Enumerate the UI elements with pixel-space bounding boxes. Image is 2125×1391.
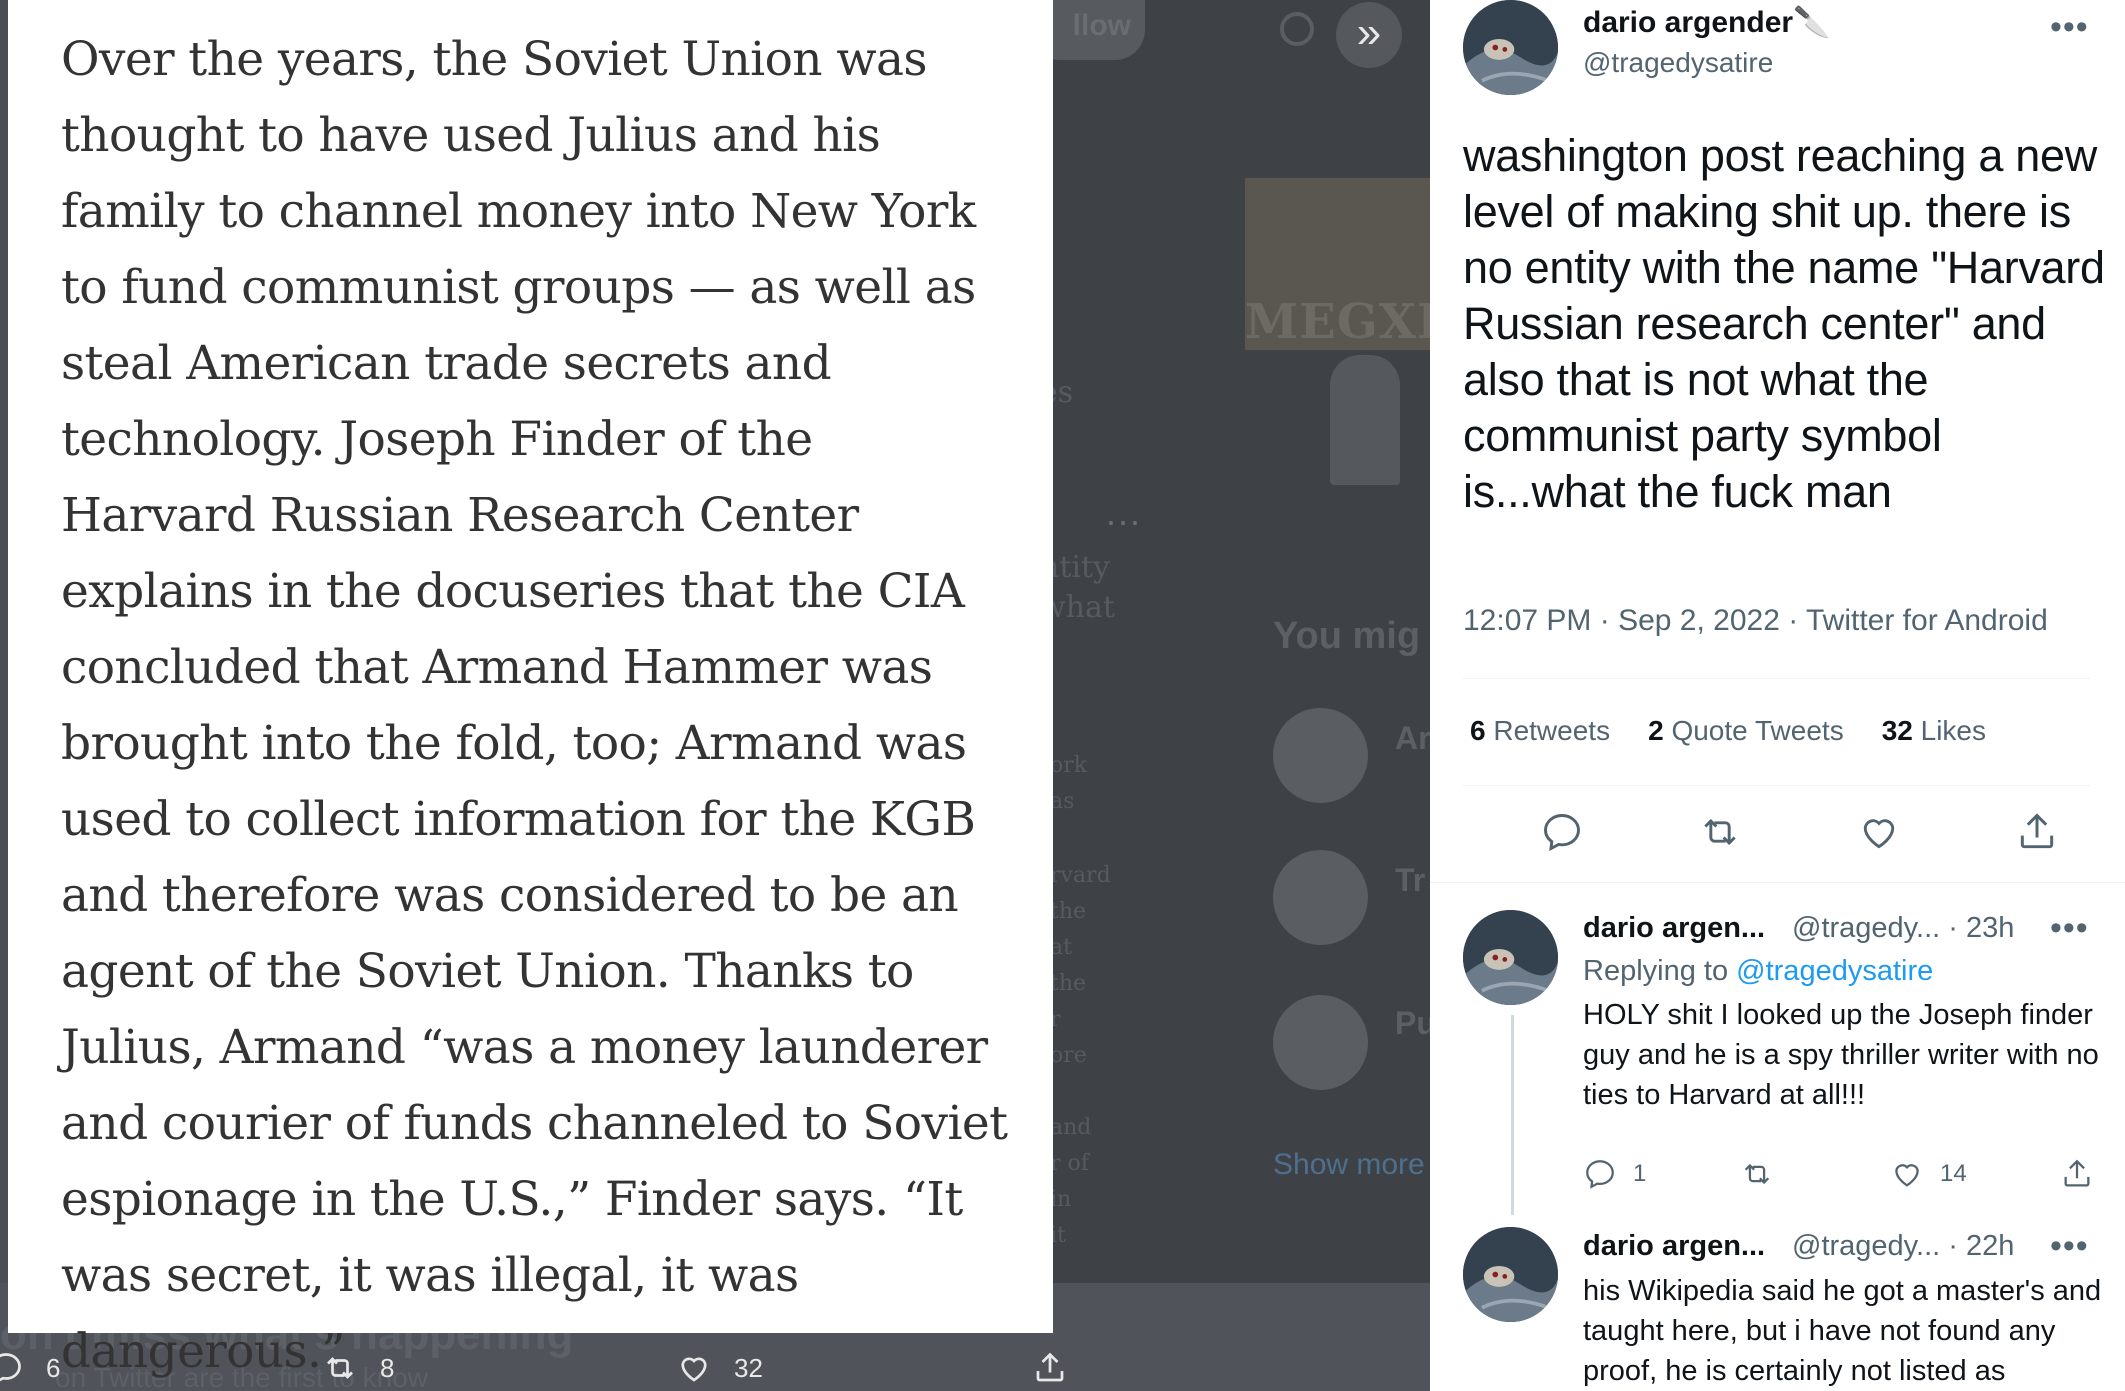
article-paragraph: Over the years, the Soviet Union was tho… — [61, 32, 1008, 1379]
author-handle[interactable]: @tragedysatire — [1583, 47, 1773, 79]
avatar-image — [1463, 1227, 1558, 1322]
more-options-icon[interactable]: ••• — [2050, 8, 2089, 47]
avatar[interactable] — [1463, 0, 1558, 95]
dimmed-portrait-image — [1330, 355, 1400, 485]
reply-author-name[interactable]: dario argen... — [1583, 912, 1765, 945]
share-icon — [1036, 1352, 1064, 1382]
author-name[interactable]: dario argender🔪 — [1583, 5, 1830, 40]
retweet-button[interactable]: 8 — [322, 1350, 394, 1386]
retweet-icon — [327, 1357, 353, 1379]
avatar[interactable] — [1463, 910, 1558, 1005]
thread-line — [1511, 1015, 1514, 1215]
reply-author-name[interactable]: dario argen... — [1583, 1230, 1765, 1263]
reply-handle-time[interactable]: @tragedy... · 22h — [1792, 1230, 2014, 1263]
dimmed-search-icon — [1280, 12, 1314, 46]
reply-icon[interactable] — [1540, 810, 1584, 854]
avatar-image — [1463, 910, 1558, 1005]
reply-reply-count: 1 — [1633, 1160, 1647, 1187]
retweet-icon — [1744, 1163, 1770, 1185]
divider — [1463, 678, 2091, 679]
replying-to-link[interactable]: @tragedysatire — [1736, 955, 1933, 987]
dimmed-name: Pu — [1395, 1005, 1430, 1041]
avatar-image — [1463, 0, 1558, 95]
dimmed-avatar — [1273, 708, 1368, 803]
reply-icon — [1586, 1160, 1614, 1189]
retweet-icon[interactable] — [1698, 810, 1742, 854]
reply-tweet[interactable]: dario argen... @tragedy... · 22h ••• his… — [1430, 1215, 2125, 1391]
media-action-bar: 6 8 32 — [0, 1350, 1430, 1391]
retweets-stat[interactable]: 6 Retweets — [1470, 715, 1610, 747]
chevrons-right-icon: » — [1356, 8, 1382, 57]
dimmed-avatar — [1273, 995, 1368, 1090]
share-button[interactable] — [1032, 1350, 1068, 1386]
reply-like-count: 14 — [1940, 1160, 1967, 1187]
dimmed-text: rvard the at the r ore — [1050, 863, 1111, 1068]
heart-icon[interactable] — [1857, 810, 1901, 854]
dimmed-name: Ar — [1395, 720, 1430, 756]
retweet-count: 8 — [380, 1352, 395, 1383]
expand-panel-button[interactable]: » — [1336, 2, 1402, 68]
reply-count: 6 — [46, 1352, 61, 1383]
reply-reply-button[interactable]: 1 — [1583, 1157, 1646, 1191]
reply-icon — [0, 1353, 21, 1382]
avatar[interactable] — [1463, 1227, 1558, 1322]
dimmed-more-icon: ··· — [1105, 500, 1141, 541]
dimmed-you-might-like: You mig — [1273, 615, 1421, 657]
share-icon[interactable] — [2015, 810, 2059, 854]
article-screenshot-image: Over the years, the Soviet Union was tho… — [8, 0, 1053, 1379]
dimmed-avatar — [1273, 850, 1368, 945]
tweet-stats: 6 Retweets 2 Quote Tweets 32 Likes — [1470, 715, 1986, 747]
tweet-timestamp[interactable]: 12:07 PM · Sep 2, 2022 · Twitter for And… — [1463, 604, 2048, 638]
like-button[interactable]: 32 — [676, 1350, 763, 1386]
reply-handle-time[interactable]: @tragedy... · 23h — [1792, 912, 2014, 945]
heart-icon — [681, 1357, 707, 1382]
quote-tweets-stat[interactable]: 2 Quote Tweets — [1648, 715, 1844, 747]
more-options-icon[interactable]: ••• — [2050, 909, 2089, 948]
share-icon — [2064, 1159, 2090, 1187]
divider — [1430, 882, 2125, 883]
reply-like-button[interactable]: 14 — [1890, 1157, 1967, 1191]
dimmed-name: Tr — [1395, 862, 1426, 898]
reply-text: his Wikipedia said he got a master's and… — [1583, 1275, 2102, 1387]
reply-retweet-button[interactable] — [1740, 1157, 1774, 1191]
dimmed-text: ork as — [1050, 753, 1088, 814]
reply-share-button[interactable] — [2060, 1157, 2094, 1191]
tweet-detail-panel: dario argender🔪 @tragedysatire ••• washi… — [1430, 0, 2125, 1391]
replying-to: Replying to @tragedysatire — [1583, 955, 1934, 987]
tweet-action-bar — [1430, 800, 2125, 870]
likes-stat[interactable]: 32 Likes — [1882, 715, 1986, 747]
divider — [1463, 785, 2091, 786]
dimmed-text: and r of in it — [1050, 1115, 1092, 1248]
reply-button[interactable]: 6 — [0, 1350, 60, 1386]
more-options-icon[interactable]: ••• — [2050, 1227, 2089, 1266]
tweet-text: washington post reaching a new level of … — [1463, 130, 2105, 517]
reply-tweet[interactable]: dario argen... @tragedy... · 23h ••• Rep… — [1430, 895, 2125, 1215]
reply-text: HOLY shit I looked up the Joseph finder … — [1583, 999, 2099, 1111]
like-count: 32 — [734, 1352, 763, 1383]
media-viewer: es ntity what ork as rvard the at the r ore and… — [0, 0, 1430, 1391]
dimmed-show-more: Show more — [1273, 1148, 1425, 1181]
dimmed-magazine-image: MEGXIT — [1245, 178, 1430, 350]
heart-icon — [1895, 1164, 1919, 1187]
